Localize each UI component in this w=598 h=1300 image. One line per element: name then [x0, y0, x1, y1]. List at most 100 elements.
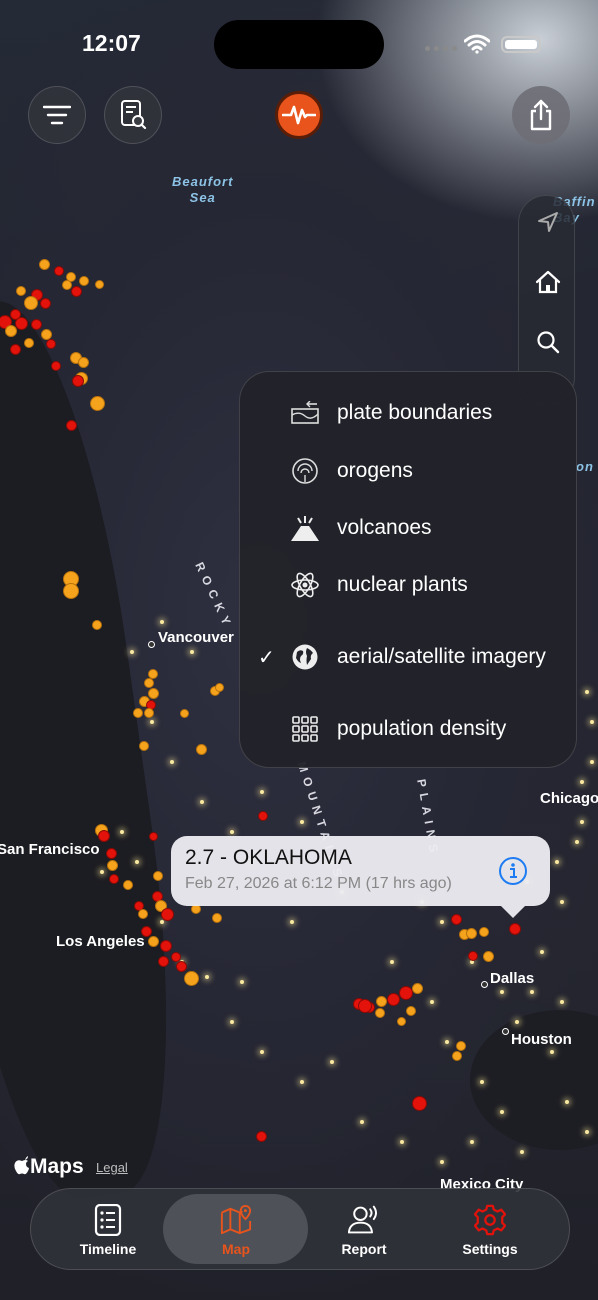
tab-timeline[interactable]: Timeline — [43, 1189, 173, 1269]
city-light — [360, 1120, 364, 1124]
earthquake-marker[interactable] — [109, 874, 119, 884]
earthquake-marker[interactable] — [175, 960, 187, 972]
earthquake-marker[interactable] — [144, 708, 154, 718]
earthquake-marker[interactable] — [399, 986, 413, 1000]
earthquake-marker[interactable] — [24, 296, 38, 310]
document-search-icon — [121, 100, 147, 130]
earthquake-marker[interactable] — [147, 687, 159, 699]
earthquake-marker[interactable] — [160, 907, 174, 921]
earthquake-marker[interactable] — [5, 325, 17, 337]
earthquake-marker[interactable] — [123, 880, 133, 890]
earthquake-marker[interactable] — [212, 913, 222, 923]
home-button[interactable] — [519, 262, 576, 302]
info-icon[interactable] — [498, 856, 528, 886]
earthquake-marker[interactable] — [147, 935, 159, 947]
city-light — [160, 620, 164, 624]
earthquake-marker[interactable] — [39, 297, 51, 309]
tab-settings[interactable]: Settings — [425, 1189, 555, 1269]
menu-item-label: plate boundaries — [337, 401, 493, 424]
earthquake-marker[interactable] — [179, 708, 189, 718]
callout-title: 2.7 - OKLAHOMA — [185, 846, 352, 869]
earthquake-marker[interactable] — [92, 620, 102, 630]
earthquake-marker[interactable] — [258, 811, 268, 821]
menu-item-plate-boundaries[interactable]: plate boundaries — [240, 398, 578, 428]
earthquake-marker[interactable] — [375, 1008, 385, 1018]
earthquake-marker[interactable] — [94, 279, 104, 289]
earthquake-marker[interactable] — [24, 338, 34, 348]
earthquake-marker[interactable] — [406, 1006, 416, 1016]
selected-earthquake-marker[interactable] — [509, 923, 521, 935]
menu-item-population-density[interactable]: population density — [240, 714, 578, 744]
earthquake-marker[interactable] — [72, 375, 84, 387]
earthquake-callout[interactable]: 2.7 - OKLAHOMA Feb 27, 2026 at 6:12 PM (… — [171, 836, 550, 918]
earthquake-marker[interactable] — [214, 682, 224, 692]
earthquake-marker[interactable] — [38, 258, 50, 270]
earthquake-marker[interactable] — [386, 992, 400, 1006]
earthquake-marker[interactable] — [105, 847, 117, 859]
earthquake-marker[interactable] — [157, 955, 169, 967]
earthquake-marker[interactable] — [396, 1016, 406, 1026]
earthquake-marker[interactable] — [133, 708, 143, 718]
earthquake-marker[interactable] — [62, 280, 72, 290]
city-light — [260, 1050, 264, 1054]
earthquake-marker[interactable] — [140, 925, 152, 937]
earthquake-marker[interactable] — [411, 982, 423, 994]
earthquake-marker[interactable] — [183, 970, 199, 986]
menu-item-orogens[interactable]: orogens — [240, 456, 578, 486]
earthquake-marker[interactable] — [255, 1130, 267, 1142]
earthquake-marker[interactable] — [153, 871, 163, 881]
maps-label: Maps — [30, 1155, 84, 1178]
earthquake-marker[interactable] — [144, 678, 154, 688]
plate-boundaries-icon — [290, 398, 320, 428]
earthquake-marker[interactable] — [65, 419, 77, 431]
city-light — [590, 720, 594, 724]
earthquake-marker[interactable] — [16, 286, 26, 296]
earthquake-marker[interactable] — [411, 1095, 427, 1111]
earthquake-marker[interactable] — [106, 859, 118, 871]
share-button[interactable] — [512, 86, 570, 144]
earthquake-marker[interactable] — [89, 395, 105, 411]
earthquake-marker[interactable] — [9, 343, 21, 355]
earthquake-marker[interactable] — [452, 1051, 462, 1061]
tab-report[interactable]: Report — [299, 1189, 429, 1269]
earthquake-marker[interactable] — [160, 940, 172, 952]
earthquake-marker[interactable] — [46, 339, 56, 349]
earthquake-marker[interactable] — [468, 951, 478, 961]
earthquake-marker[interactable] — [63, 583, 79, 599]
earthquake-marker[interactable] — [456, 1041, 466, 1051]
earthquake-marker[interactable] — [148, 831, 158, 841]
share-icon — [530, 99, 552, 131]
callout-subtitle: Feb 27, 2026 at 6:12 PM (17 hrs ago) — [185, 875, 452, 892]
locate-button[interactable] — [519, 202, 576, 242]
earthquake-marker[interactable] — [139, 741, 149, 751]
legal-link[interactable]: Legal — [96, 1160, 128, 1175]
earthquake-marker[interactable] — [479, 927, 489, 937]
earthquake-marker[interactable] — [138, 909, 148, 919]
apple-maps-logo: Maps — [14, 1155, 84, 1179]
filter-button[interactable] — [28, 86, 86, 144]
city-light — [160, 920, 164, 924]
earthquake-marker[interactable] — [358, 999, 372, 1013]
map-search-button[interactable] — [519, 322, 576, 362]
earthquake-marker[interactable] — [195, 743, 207, 755]
menu-item-nuclear-plants[interactable]: nuclear plants — [240, 570, 578, 600]
earthquake-marker[interactable] — [30, 318, 42, 330]
earthquake-marker[interactable] — [70, 285, 82, 297]
earthquake-marker[interactable] — [98, 830, 110, 842]
earthquake-marker[interactable] — [54, 266, 64, 276]
menu-item-volcanoes[interactable]: volcanoes — [240, 513, 578, 543]
city-light — [555, 860, 559, 864]
earthquake-marker[interactable] — [40, 328, 52, 340]
tab-label: Timeline — [79, 1241, 137, 1257]
earthquake-marker[interactable] — [51, 361, 61, 371]
earthquake-marker[interactable] — [77, 356, 89, 368]
earthquake-marker[interactable] — [79, 276, 89, 286]
search-list-button[interactable] — [104, 86, 162, 144]
tab-map[interactable]: Map — [171, 1189, 301, 1269]
menu-item-satellite-imagery[interactable]: ✓ aerial/satellite imagery — [240, 627, 578, 687]
earthquake-marker[interactable] — [375, 995, 387, 1007]
gear-icon — [474, 1203, 506, 1237]
earthquake-marker[interactable] — [482, 950, 494, 962]
earthquake-marker[interactable] — [450, 913, 462, 925]
earthquake-marker[interactable] — [465, 927, 477, 939]
